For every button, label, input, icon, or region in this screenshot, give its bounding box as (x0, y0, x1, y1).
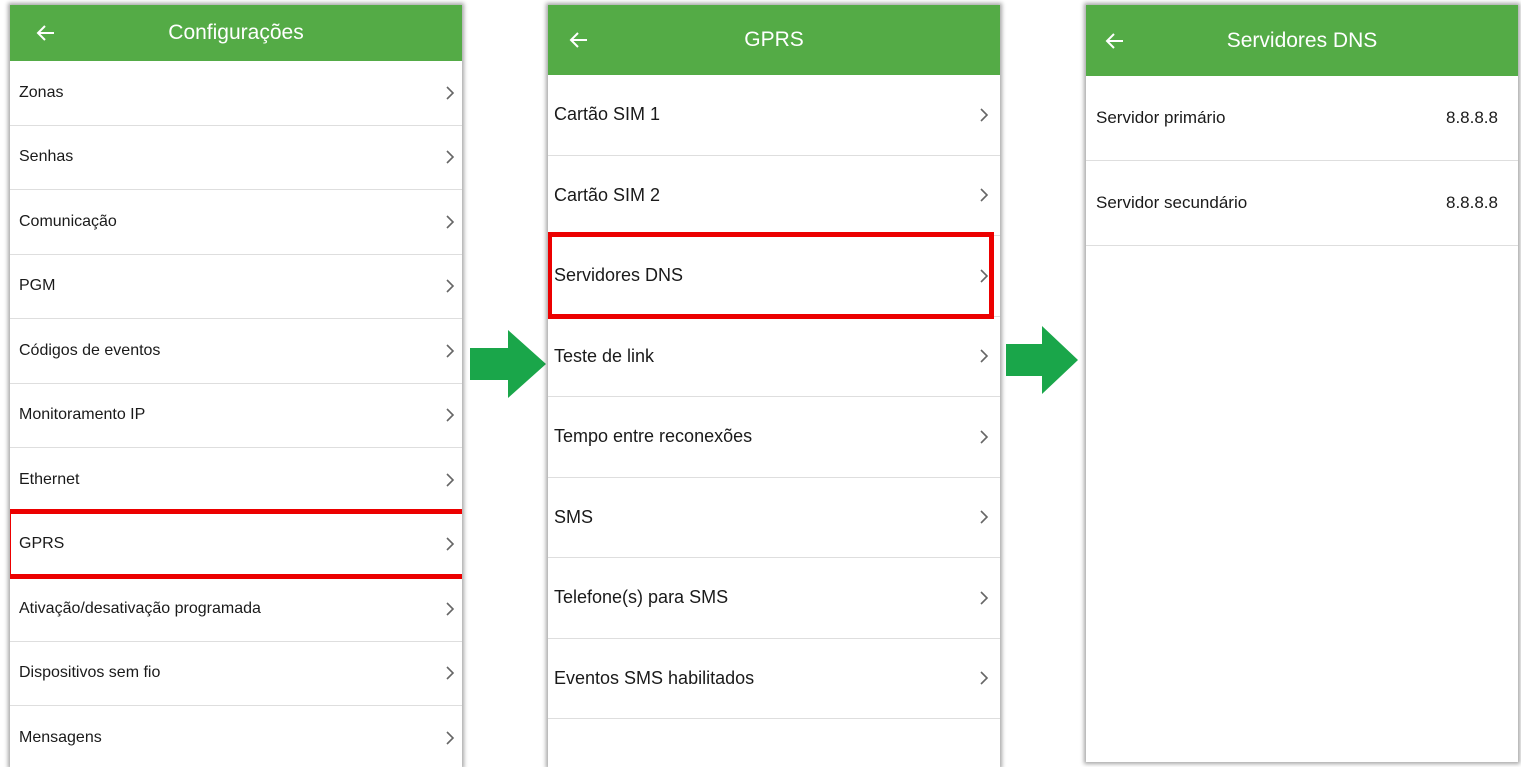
chevron-right-icon (979, 187, 989, 203)
list-item-label: Mensagens (19, 728, 102, 746)
list-item-label: Eventos SMS habilitados (554, 667, 755, 688)
chevron-right-icon (979, 348, 989, 364)
chevron-right-icon (445, 472, 455, 488)
list-item[interactable]: GPRS (10, 513, 462, 577)
list-item-label: Dispositivos sem fio (19, 664, 161, 682)
list-item[interactable]: Monitoramento IP (10, 384, 462, 448)
list-item-label: PGM (19, 277, 56, 295)
chevron-right-icon (445, 730, 455, 746)
list-item[interactable]: Eventos SMS habilitados (548, 639, 1000, 719)
list-item-label: Senhas (19, 148, 74, 166)
app-header: GPRS (548, 5, 1000, 75)
chevron-right-icon (445, 665, 455, 681)
chevron-right-icon (979, 670, 989, 686)
arrow-right-icon (1006, 326, 1078, 394)
list-item[interactable]: Ativação/desativação programada (10, 577, 462, 642)
chevron-right-icon (445, 149, 455, 165)
list-item-label: Monitoramento IP (19, 406, 146, 424)
page-title: Configurações (168, 21, 304, 44)
app-header: Servidores DNS (1086, 5, 1518, 76)
list-item-label: Ativação/desativação programada (19, 599, 261, 617)
list-item[interactable]: Códigos de eventos (10, 319, 462, 384)
list-item[interactable]: Servidor secundário 8.8.8.8 (1086, 161, 1518, 246)
list-item[interactable]: Telefone(s) para SMS (548, 558, 1000, 639)
list-item[interactable]: Cartão SIM 1 (548, 75, 1000, 156)
chevron-right-icon (445, 85, 455, 101)
arrow-left-icon[interactable] (569, 30, 589, 50)
list-item-value: 8.8.8.8 (1446, 193, 1498, 212)
list-item[interactable]: Servidores DNS (548, 236, 1000, 317)
list-item-label: SMS (554, 506, 594, 527)
list-item[interactable]: Comunicação (10, 190, 462, 255)
page-title: Servidores DNS (1226, 28, 1378, 52)
list-item-label: Teste de link (554, 345, 655, 366)
list-item-label: Zonas (19, 83, 64, 101)
list-item[interactable]: Cartão SIM 2 (548, 156, 1000, 236)
arrow-left-icon[interactable] (36, 23, 56, 43)
chevron-right-icon (445, 536, 455, 552)
chevron-right-icon (445, 278, 455, 294)
list-item-label: Cartão SIM 1 (554, 104, 661, 125)
list-item[interactable]: PGM (10, 255, 462, 319)
list-item-label: Tempo entre reconexões (554, 426, 753, 447)
list-item-label: Códigos de eventos (19, 341, 161, 359)
list-item-label: Telefone(s) para SMS (554, 587, 729, 608)
chevron-right-icon (445, 343, 455, 359)
list-item-label: GPRS (19, 535, 65, 553)
arrow-left-icon[interactable] (1105, 31, 1125, 51)
chevron-right-icon (979, 590, 989, 606)
servidores-dns-screen: Servidores DNS Servidor primário 8.8.8.8 S… (1086, 5, 1518, 762)
list-item[interactable]: Senhas (10, 126, 462, 190)
list-item[interactable]: Servidor primário 8.8.8.8 (1086, 76, 1518, 161)
list-item-label: Cartão SIM 2 (554, 184, 661, 205)
list-item-value: 8.8.8.8 (1446, 108, 1498, 127)
chevron-right-icon (979, 268, 989, 284)
list-item[interactable]: SMS (548, 478, 1000, 558)
list-item[interactable]: Tempo entre reconexões (548, 397, 1000, 478)
list-item-label: Servidores DNS (554, 265, 684, 286)
list-item[interactable]: Zonas (10, 61, 462, 126)
chevron-right-icon (979, 509, 989, 525)
gprs-screen: GPRS Cartão SIM 1 Cartão SIM 2 Servidores … (548, 5, 1000, 767)
chevron-right-icon (445, 407, 455, 423)
configuracoes-screen: Configurações Zonas Senhas Comunicação PGM C… (10, 5, 462, 767)
list-item-label: Comunicação (19, 212, 117, 230)
app-header: Configurações (10, 5, 462, 61)
chevron-right-icon (445, 601, 455, 617)
list-item[interactable]: Mensagens (10, 706, 462, 767)
chevron-right-icon (979, 107, 989, 123)
list-item[interactable]: Dispositivos sem fio (10, 642, 462, 706)
page-title: GPRS (744, 28, 804, 51)
chevron-right-icon (445, 214, 455, 230)
list-item[interactable]: Ethernet (10, 448, 462, 513)
list-item[interactable]: Teste de link (548, 317, 1000, 397)
list-item-label: Ethernet (19, 470, 80, 488)
arrow-right-icon (470, 330, 546, 398)
chevron-right-icon (979, 429, 989, 445)
